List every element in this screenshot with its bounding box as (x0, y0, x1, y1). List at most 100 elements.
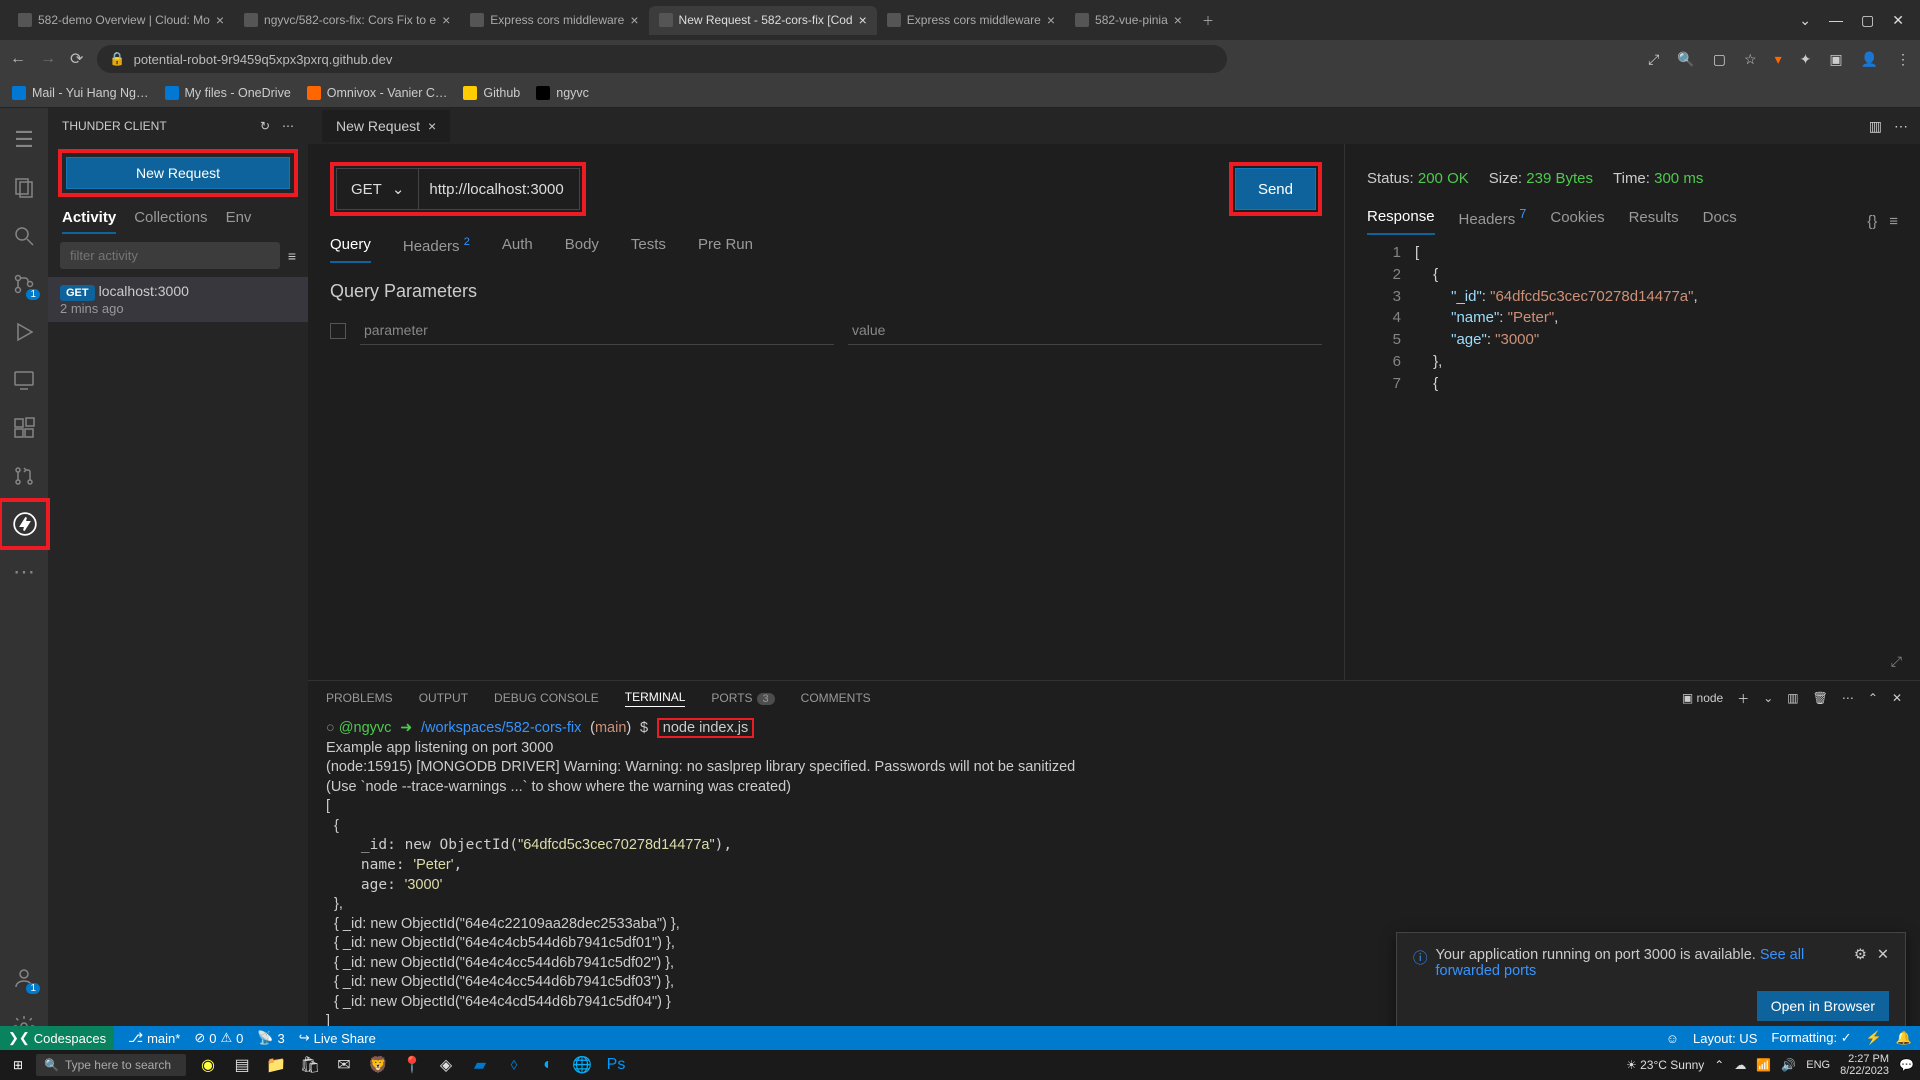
close-icon[interactable]: ✕ (1892, 691, 1902, 705)
reload-icon[interactable]: ⟳ (70, 49, 83, 69)
sb-ports[interactable]: 📡 3 (257, 1030, 284, 1046)
vscode-icon[interactable]: ⬨ (500, 1051, 528, 1079)
bookmark-item[interactable]: Github (463, 86, 520, 100)
close-icon[interactable]: × (428, 118, 436, 134)
trash-icon[interactable]: 🗑 (1813, 691, 1828, 705)
tab-comments[interactable]: COMMENTS (801, 691, 871, 705)
new-tab-button[interactable]: ＋ (1192, 6, 1224, 35)
sb-branch[interactable]: ⎇ main* (128, 1030, 180, 1046)
sort-icon[interactable]: ≡ (288, 248, 296, 264)
tray-lang[interactable]: ENG (1806, 1059, 1830, 1071)
sb-bell-icon[interactable]: 🔔 (1896, 1030, 1912, 1046)
tab-collections[interactable]: Collections (134, 209, 207, 234)
extensions-icon[interactable] (0, 404, 48, 452)
search-icon[interactable] (0, 212, 48, 260)
tab-query[interactable]: Query (330, 236, 371, 263)
method-select[interactable]: GET⌄ (337, 169, 419, 209)
close-icon[interactable]: ✕ (1892, 12, 1904, 29)
mail-icon[interactable]: ✉ (330, 1051, 358, 1079)
brave-icon[interactable]: 🦁 (364, 1051, 392, 1079)
tab-cookies[interactable]: Cookies (1550, 209, 1604, 234)
store-icon[interactable]: 🛍 (296, 1051, 324, 1079)
extensions-icon[interactable]: ✦ (1800, 51, 1812, 68)
explorer-icon[interactable] (0, 164, 48, 212)
bookmark-icon[interactable]: ☆ (1744, 51, 1757, 68)
tab-body[interactable]: Body (565, 236, 599, 263)
close-icon[interactable]: × (1047, 12, 1055, 28)
thunder-client-icon[interactable] (0, 500, 48, 548)
readinglist-icon[interactable]: ▢ (1713, 51, 1726, 68)
sb-feedback[interactable]: ☺ (1666, 1030, 1679, 1046)
close-icon[interactable]: × (859, 12, 867, 28)
more-icon[interactable]: ⋯ (0, 548, 48, 596)
gear-icon[interactable]: ⚙ (1854, 947, 1867, 963)
sb-layout[interactable]: Layout: US (1693, 1030, 1757, 1046)
tab-response[interactable]: Response (1367, 208, 1435, 235)
tab-auth[interactable]: Auth (502, 236, 533, 263)
tab-ports[interactable]: PORTS3 (711, 691, 774, 705)
edge-icon[interactable]: ◐ (534, 1051, 562, 1079)
weather-widget[interactable]: ☀ 23°C Sunny (1626, 1058, 1704, 1072)
more-icon[interactable]: ⋯ (1842, 691, 1854, 705)
more-icon[interactable]: ⋯ (1894, 118, 1908, 135)
tab-problems[interactable]: PROBLEMS (326, 691, 393, 705)
browser-tab[interactable]: ngyvc/582-cors-fix: Cors Fix to e× (234, 6, 460, 35)
tab-terminal[interactable]: TERMINAL (625, 690, 686, 707)
task-view-icon[interactable]: ▤ (228, 1051, 256, 1079)
back-icon[interactable]: ← (10, 50, 26, 68)
tray-volume-icon[interactable]: 🔊 (1781, 1058, 1796, 1072)
browser-tab[interactable]: Express cors middleware× (460, 6, 648, 35)
open-in-browser-button[interactable]: Open in Browser (1757, 991, 1889, 1021)
send-button[interactable]: Send (1235, 168, 1316, 210)
brave-icon[interactable]: ▾ (1775, 51, 1782, 68)
run-debug-icon[interactable] (0, 308, 48, 356)
new-terminal-icon[interactable]: ＋ (1737, 690, 1749, 707)
forward-icon[interactable]: → (40, 50, 56, 68)
browser-tab[interactable]: Express cors middleware× (877, 6, 1065, 35)
braces-icon[interactable]: {} (1867, 213, 1877, 230)
tray-onedrive-icon[interactable]: ☁ (1734, 1058, 1746, 1072)
maximize-icon[interactable]: ▢ (1861, 12, 1874, 29)
tab-docs[interactable]: Docs (1703, 209, 1737, 234)
tab-prerun[interactable]: Pre Run (698, 236, 753, 263)
tab-env[interactable]: Env (226, 209, 252, 234)
remote-explorer-icon[interactable] (0, 356, 48, 404)
response-body[interactable]: 1[ 2 { 3 "_id": "64dfcd5c3cec70278d14477… (1367, 242, 1898, 394)
menu-icon[interactable]: ☰ (0, 116, 48, 164)
maps-icon[interactable]: 📍 (398, 1051, 426, 1079)
notifications-icon[interactable]: 💬 (1899, 1058, 1914, 1072)
menu-icon[interactable]: ≡ (1889, 213, 1898, 230)
close-icon[interactable]: × (442, 12, 450, 28)
param-value-input[interactable]: value (848, 316, 1322, 345)
bookmark-item[interactable]: Omnivox - Vanier C… (307, 86, 448, 100)
photoshop-icon[interactable]: Ps (602, 1051, 630, 1079)
param-name-input[interactable]: parameter (360, 316, 834, 345)
tab-debug-console[interactable]: DEBUG CONSOLE (494, 691, 599, 705)
split-editor-icon[interactable]: ▥ (1869, 118, 1882, 135)
chevron-up-icon[interactable]: ⌃ (1868, 691, 1878, 705)
split-terminal-icon[interactable]: ▥ (1787, 691, 1798, 705)
sb-formatting[interactable]: Formatting: ✓ (1771, 1030, 1851, 1046)
url-input[interactable] (419, 169, 579, 209)
file-explorer-icon[interactable]: 📁 (262, 1051, 290, 1079)
tab-output[interactable]: OUTPUT (419, 691, 468, 705)
activity-item[interactable]: GETlocalhost:3000 2 mins ago (48, 277, 308, 322)
tab-tests[interactable]: Tests (631, 236, 666, 263)
browser-tab-active[interactable]: New Request - 582-cors-fix [Cod× (649, 6, 877, 35)
powershell-icon[interactable]: ▰ (466, 1051, 494, 1079)
github-pr-icon[interactable] (0, 452, 48, 500)
sb-errors[interactable]: ⊘ 0 ⚠ 0 (194, 1030, 243, 1046)
tab-results[interactable]: Results (1629, 209, 1679, 234)
cortana-icon[interactable]: ◉ (194, 1051, 222, 1079)
install-icon[interactable]: ⤢ (1648, 51, 1659, 68)
close-icon[interactable]: ✕ (1877, 947, 1889, 963)
bookmark-item[interactable]: Mail - Yui Hang Ng… (12, 86, 149, 100)
expand-icon[interactable]: ⤢ (1891, 653, 1902, 670)
browser-tab[interactable]: 582-vue-pinia× (1065, 6, 1192, 35)
chevron-down-icon[interactable]: ⌄ (1799, 12, 1811, 29)
menu-icon[interactable]: ⋮ (1896, 51, 1910, 68)
profile-icon[interactable]: 👤 (1861, 51, 1878, 68)
close-icon[interactable]: × (630, 12, 638, 28)
taskbar-clock[interactable]: 2:27 PM8/22/2023 (1840, 1053, 1889, 1077)
minimize-icon[interactable]: — (1829, 12, 1843, 29)
